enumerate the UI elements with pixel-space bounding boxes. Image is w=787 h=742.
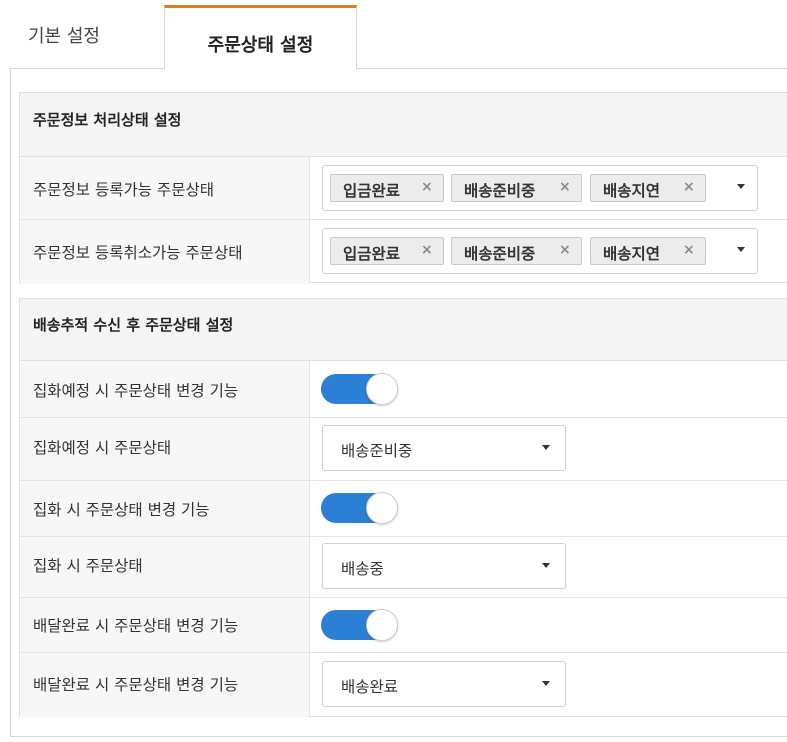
caret-down-icon <box>542 681 550 686</box>
status-chip: 배송지연 × <box>590 174 706 202</box>
status-chip: 배송준비중 × <box>451 237 582 265</box>
toggle-knob <box>366 609 398 641</box>
cancel-status-multiselect[interactable]: 입금완료 × 배송준비중 × 배송지연 × <box>322 228 758 274</box>
section-header: 주문정보 처리상태 설정 <box>20 93 787 157</box>
row-label-cell: 주문정보 등록취소가능 주문상태 <box>20 220 310 284</box>
delivered-status-select[interactable]: 배송완료 <box>322 661 566 707</box>
row-label-cell: 집화예정 시 주문상태 <box>20 418 310 480</box>
chip-label: 입금완료 <box>343 182 401 200</box>
select-value: 배송준비중 <box>341 442 413 460</box>
pickup-scheduled-status-select[interactable]: 배송준비중 <box>322 425 566 471</box>
table-row: 주문정보 등록가능 주문상태 입금완료 × 배송준비중 × 배송지연 × <box>20 157 787 220</box>
row-label: 집화 시 주문상태 변경 기능 <box>33 501 210 519</box>
table-row: 집화예정 시 주문상태 변경 기능 <box>20 361 787 418</box>
chip-remove-icon[interactable]: × <box>683 242 695 258</box>
row-label-cell: 집화예정 시 주문상태 변경 기능 <box>20 361 310 417</box>
chip-remove-icon[interactable]: × <box>559 179 571 195</box>
order-info-status-section: 주문정보 처리상태 설정 주문정보 등록가능 주문상태 입금완료 × 배송준비중… <box>19 92 787 284</box>
row-label: 집화예정 시 주문상태 <box>33 439 172 457</box>
row-label-cell: 집화 시 주문상태 변경 기능 <box>20 481 310 536</box>
table-row: 배달완료 시 주문상태 변경 기능 <box>20 598 787 653</box>
caret-down-icon[interactable] <box>737 184 745 189</box>
caret-down-icon <box>542 445 550 450</box>
pickup-status-select[interactable]: 배송중 <box>322 543 566 589</box>
chip-label: 배송지연 <box>603 245 661 263</box>
caret-down-icon <box>542 563 550 568</box>
row-label: 주문정보 등록취소가능 주문상태 <box>33 244 243 262</box>
select-value: 배송완료 <box>341 678 399 696</box>
table-row: 집화 시 주문상태 배송중 <box>20 537 787 598</box>
section-header: 배송추적 수신 후 주문상태 설정 <box>20 299 787 361</box>
tab-order-status-label: 주문상태 설정 <box>207 35 314 56</box>
row-label: 집화 시 주문상태 <box>33 557 143 575</box>
row-label: 배달완료 시 주문상태 변경 기능 <box>33 676 239 694</box>
row-label-cell: 배달완료 시 주문상태 변경 기능 <box>20 598 310 652</box>
row-label: 집화예정 시 주문상태 변경 기능 <box>33 382 239 400</box>
tab-basic-settings[interactable]: 기본 설정 <box>28 22 100 48</box>
chip-label: 배송준비중 <box>464 245 536 263</box>
section-title: 주문정보 처리상태 설정 <box>33 111 182 129</box>
chip-label: 배송준비중 <box>464 182 536 200</box>
toggle-knob <box>366 492 398 524</box>
tab-order-status-settings[interactable]: 주문상태 설정 <box>164 5 357 69</box>
caret-down-icon[interactable] <box>737 247 745 252</box>
status-chip: 입금완료 × <box>330 237 444 265</box>
chip-remove-icon[interactable]: × <box>421 179 433 195</box>
status-chip: 배송지연 × <box>590 237 706 265</box>
table-row: 집화예정 시 주문상태 배송준비중 <box>20 418 787 481</box>
chip-remove-icon[interactable]: × <box>421 242 433 258</box>
tab-bar: 기본 설정 주문상태 설정 <box>0 0 787 69</box>
pickup-toggle[interactable] <box>321 492 398 524</box>
select-value: 배송중 <box>341 560 384 578</box>
tracking-status-section: 배송추적 수신 후 주문상태 설정 집화예정 시 주문상태 변경 기능 집화예정… <box>19 298 787 717</box>
table-row: 주문정보 등록취소가능 주문상태 입금완료 × 배송준비중 × 배송지연 × <box>20 220 787 284</box>
row-label: 배달완료 시 주문상태 변경 기능 <box>33 617 239 635</box>
toggle-knob <box>366 373 398 405</box>
table-row: 집화 시 주문상태 변경 기능 <box>20 481 787 537</box>
delivered-toggle[interactable] <box>321 609 398 641</box>
row-label-cell: 배달완료 시 주문상태 변경 기능 <box>20 653 310 717</box>
row-label-cell: 집화 시 주문상태 <box>20 537 310 597</box>
chip-label: 입금완료 <box>343 245 401 263</box>
pickup-scheduled-toggle[interactable] <box>321 373 398 405</box>
row-label-cell: 주문정보 등록가능 주문상태 <box>20 157 310 219</box>
register-status-multiselect[interactable]: 입금완료 × 배송준비중 × 배송지연 × <box>322 165 758 211</box>
table-row: 배달완료 시 주문상태 변경 기능 배송완료 <box>20 653 787 717</box>
status-chip: 입금완료 × <box>330 174 444 202</box>
chip-label: 배송지연 <box>603 182 661 200</box>
status-chip: 배송준비중 × <box>451 174 582 202</box>
chip-remove-icon[interactable]: × <box>683 179 695 195</box>
section-title: 배송추적 수신 후 주문상태 설정 <box>33 316 234 334</box>
row-label: 주문정보 등록가능 주문상태 <box>33 181 214 199</box>
chip-remove-icon[interactable]: × <box>559 242 571 258</box>
